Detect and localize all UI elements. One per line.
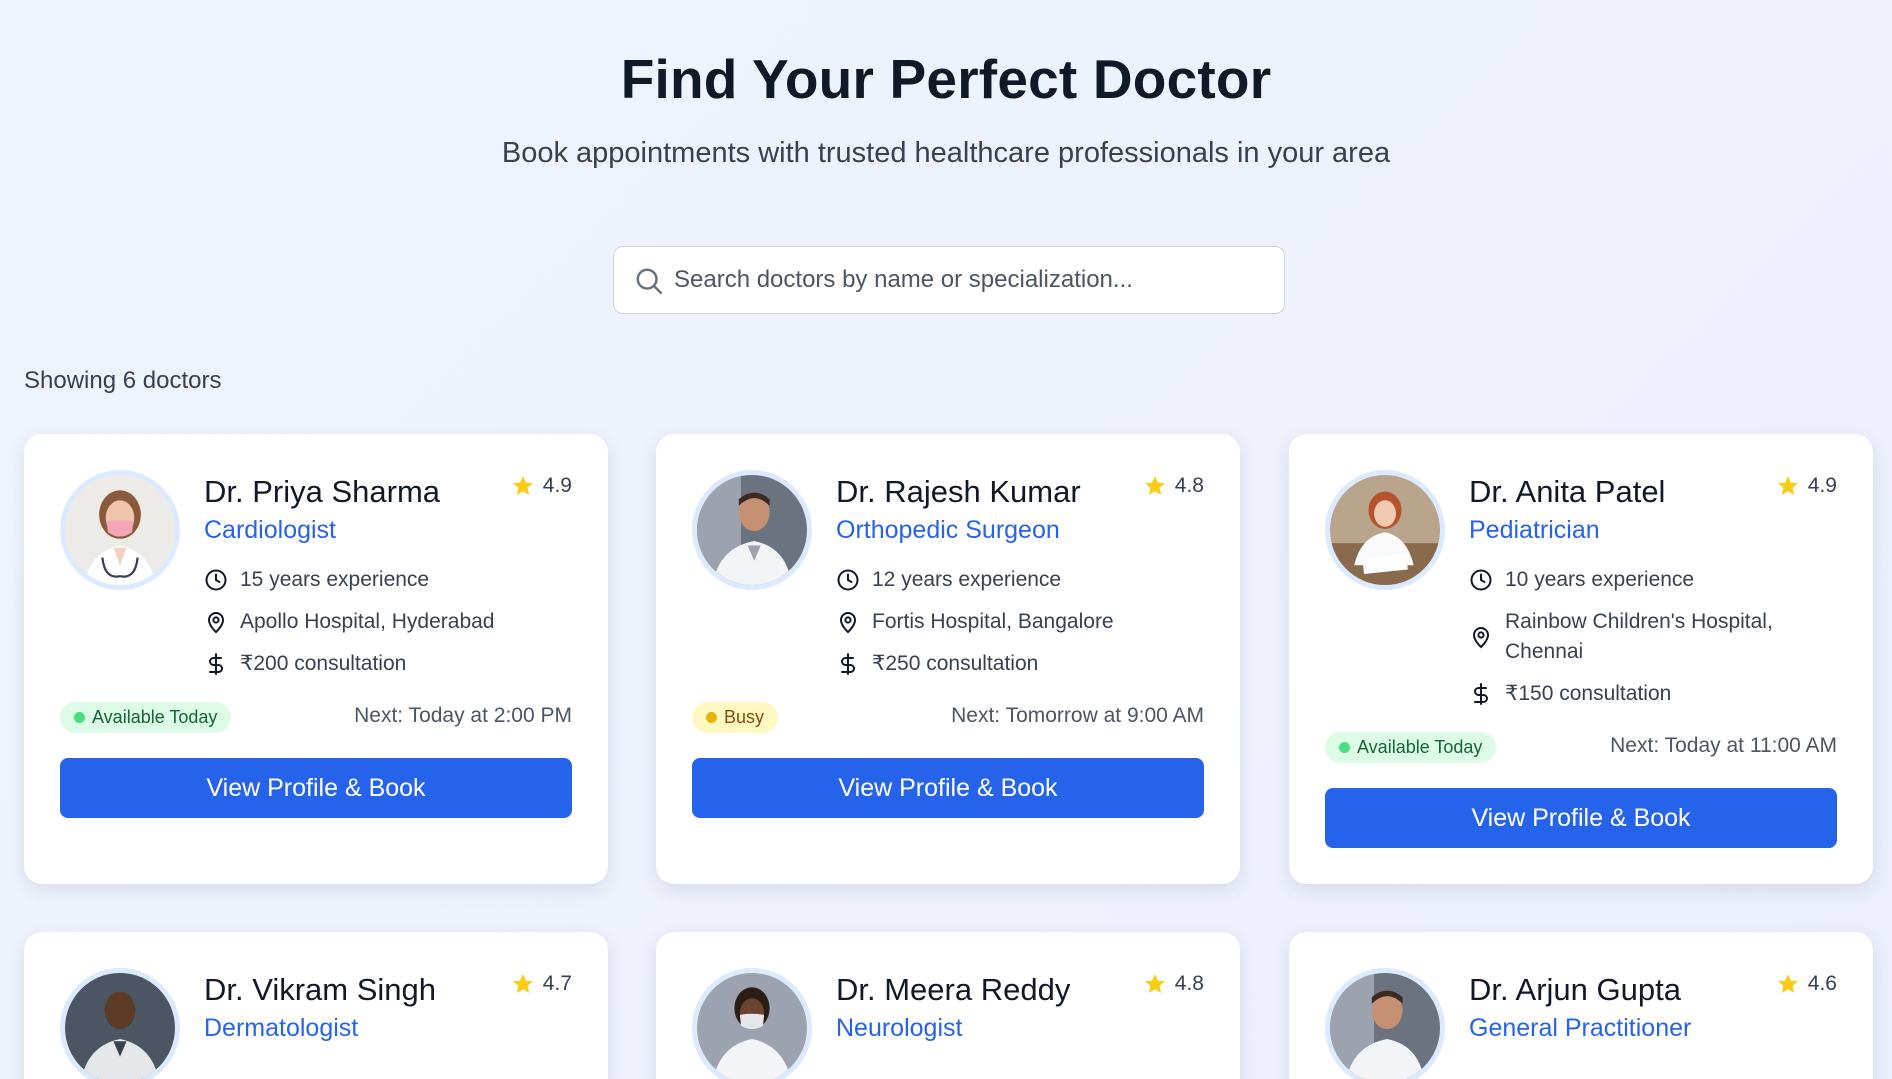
status-badge: Busy: [692, 702, 779, 733]
status-text: Available Today: [92, 707, 218, 727]
location-row: Fortis Hospital, Bangalore: [836, 607, 1206, 637]
doctor-card: Dr. Arjun Gupta 4.6 General Practitioner: [1289, 932, 1873, 1079]
doctor-avatar: [692, 968, 812, 1079]
dollar-icon: [209, 653, 223, 675]
experience-row: 12 years experience: [836, 565, 1206, 595]
view-profile-book-button[interactable]: View Profile & Book: [692, 758, 1204, 818]
experience-text: 12 years experience: [872, 568, 1062, 591]
doctor-avatar: [1325, 470, 1445, 590]
status-badge: Available Today: [1325, 732, 1497, 763]
doctor-rating: 4.7: [511, 972, 572, 996]
status-dot: [706, 712, 717, 723]
map-pin-icon: [839, 612, 857, 634]
star-icon: [1777, 476, 1798, 495]
doctor-name: Dr. Arjun Gupta: [1469, 972, 1681, 1007]
star-icon: [1144, 974, 1165, 993]
location-text: Apollo Hospital, Hyderabad: [240, 610, 495, 633]
dollar-icon: [1474, 683, 1488, 705]
doctor-name: Dr. Priya Sharma: [204, 474, 441, 509]
doctor-card: Dr. Anita Patel 4.9 Pediatrician 10 year…: [1289, 434, 1873, 884]
fee-row: ₹200 consultation: [204, 649, 574, 679]
rating-value: 4.8: [1174, 972, 1204, 995]
doctor-name: Dr. Vikram Singh: [204, 972, 437, 1007]
rating-value: 4.9: [542, 474, 572, 497]
search-bar[interactable]: [613, 246, 1285, 314]
location-text: Rainbow Children's Hospital, Chennai: [1505, 610, 1773, 663]
doctor-rating: 4.9: [1776, 474, 1837, 498]
doctor-specialization: Pediatrician: [1469, 516, 1600, 544]
clock-icon: [1470, 569, 1492, 591]
fee-row: ₹250 consultation: [836, 649, 1206, 679]
location-text: Fortis Hospital, Bangalore: [872, 610, 1114, 633]
rating-value: 4.7: [542, 972, 572, 995]
next-slot: Next: Today at 2:00 PM: [354, 704, 572, 727]
doctor-specialization: Dermatologist: [204, 1014, 359, 1042]
results-count: Showing 6 doctors: [24, 367, 222, 394]
map-pin-icon: [1472, 627, 1490, 649]
doctor-specialization: Neurologist: [836, 1014, 963, 1042]
doctor-specialization: Cardiologist: [204, 516, 337, 544]
doctor-rating: 4.9: [511, 474, 572, 498]
doctor-name: Dr. Rajesh Kumar: [836, 474, 1081, 509]
doctor-specialization: Orthopedic Surgeon: [836, 516, 1060, 544]
rating-value: 4.6: [1807, 972, 1837, 995]
rating-value: 4.9: [1807, 474, 1837, 497]
doctor-avatar: [60, 968, 180, 1079]
location-row: Rainbow Children's Hospital, Chennai: [1469, 607, 1839, 667]
page-title: Find Your Perfect Doctor: [620, 48, 1272, 110]
map-pin-icon: [207, 612, 225, 634]
next-slot: Next: Today at 11:00 AM: [1610, 734, 1837, 757]
experience-row: 15 years experience: [204, 565, 574, 595]
doctor-rating: 4.8: [1143, 972, 1204, 996]
next-slot: Next: Tomorrow at 9:00 AM: [951, 704, 1204, 727]
status-text: Busy: [724, 707, 765, 727]
search-icon: [636, 268, 663, 295]
fee-text: ₹250 consultation: [872, 652, 1039, 675]
clock-icon: [205, 569, 227, 591]
doctor-card: Dr. Priya Sharma 4.9 Cardiologist 15 yea…: [24, 434, 608, 884]
status-dot: [74, 712, 85, 723]
view-profile-book-button[interactable]: View Profile & Book: [60, 758, 572, 818]
fee-row: ₹150 consultation: [1469, 679, 1839, 709]
doctor-name: Dr. Meera Reddy: [836, 972, 1071, 1007]
location-row: Apollo Hospital, Hyderabad: [204, 607, 574, 637]
star-icon: [512, 974, 533, 993]
fee-text: ₹150 consultation: [1505, 682, 1672, 705]
star-icon: [1144, 476, 1165, 495]
dollar-icon: [841, 653, 855, 675]
view-profile-book-button[interactable]: View Profile & Book: [1325, 788, 1837, 848]
experience-text: 10 years experience: [1505, 568, 1695, 591]
page-subtitle: Book appointments with trusted healthcar…: [501, 137, 1391, 169]
doctor-rating: 4.6: [1776, 972, 1837, 996]
doctor-specialization: General Practitioner: [1469, 1014, 1692, 1042]
doctor-card: Dr. Vikram Singh 4.7 Dermatologist: [24, 932, 608, 1079]
experience-text: 15 years experience: [240, 568, 430, 591]
doctor-rating: 4.8: [1143, 474, 1204, 498]
doctor-avatar: [692, 470, 812, 590]
doctor-card: Dr. Rajesh Kumar 4.8 Orthopedic Surgeon …: [656, 434, 1240, 884]
star-icon: [512, 476, 533, 495]
fee-text: ₹200 consultation: [240, 652, 407, 675]
status-text: Available Today: [1357, 737, 1483, 757]
doctor-name: Dr. Anita Patel: [1469, 474, 1666, 509]
rating-value: 4.8: [1174, 474, 1204, 497]
doctor-card: Dr. Meera Reddy 4.8 Neurologist: [656, 932, 1240, 1079]
doctor-avatar: [60, 470, 180, 590]
search-input[interactable]: [674, 247, 1264, 313]
clock-icon: [837, 569, 859, 591]
experience-row: 10 years experience: [1469, 565, 1839, 595]
status-dot: [1339, 742, 1350, 753]
doctor-avatar: [1325, 968, 1445, 1079]
status-badge: Available Today: [60, 702, 232, 733]
star-icon: [1777, 974, 1798, 993]
